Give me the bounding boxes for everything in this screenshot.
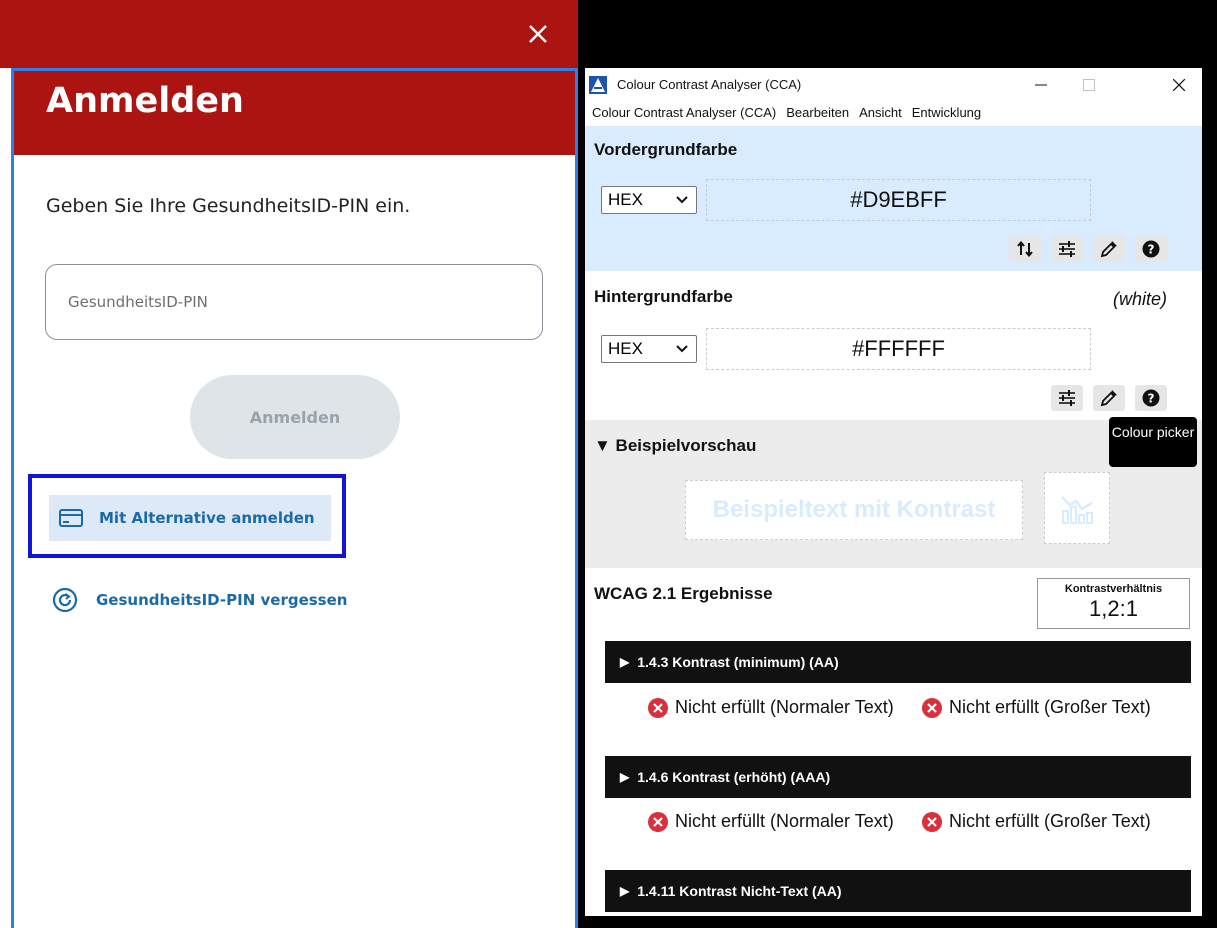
sample-text-preview: Beispieltext mit Kontrast [685,480,1023,540]
eyedropper-icon [1100,390,1117,407]
criterion-1-4-6-toggle[interactable]: ▶ 1.4.6 Kontrast (erhöht) (AAA) [605,756,1191,798]
foreground-format-select[interactable]: HEX [601,186,697,214]
fail-x-icon [648,812,668,832]
criterion-1-4-3-results: Nicht erfüllt (Normaler Text) Nicht erfü… [585,697,1202,757]
forgot-pin-link[interactable]: GesundheitsID-PIN vergessen [52,587,347,613]
background-color-name: (white) [1113,289,1168,309]
foreground-sliders-button[interactable] [1051,236,1083,262]
pin-input[interactable] [45,264,543,340]
card-icon [59,509,83,527]
svg-text:?: ? [1148,243,1155,257]
contrast-ratio-value: 1,2:1 [1089,596,1138,621]
dialog-topbar [0,0,578,68]
eyedropper-icon [1100,241,1117,258]
close-icon [1173,79,1185,91]
minimize-button[interactable] [1018,68,1064,102]
results-title: WCAG 2.1 Ergebnisse [594,584,773,603]
background-eyedropper-button[interactable] [1093,385,1125,411]
preview-toggle[interactable]: ▼ Beispielvorschau [594,436,756,456]
result-large-text-label: Nicht erfüllt (Großer Text) [949,811,1151,831]
cca-window: Colour Contrast Analyser (CCA) Colour Co… [585,68,1202,916]
menu-view[interactable]: Ansicht [854,102,907,126]
menu-development[interactable]: Entwicklung [907,102,986,126]
alternative-login-link[interactable]: Mit Alternative anmelden [49,495,331,541]
minimize-icon [1035,84,1047,86]
sample-graphic-preview [1044,472,1110,544]
criterion-1-4-6-results: Nicht erfüllt (Normaler Text) Nicht erfü… [585,811,1202,871]
chart-icon [1061,496,1093,524]
background-format-value: HEX [608,339,643,358]
maximize-button[interactable] [1066,68,1112,102]
criterion-1-4-11-toggle[interactable]: ▶ 1.4.11 Kontrast Nicht-Text (AA) [605,870,1191,912]
menu-bar: Colour Contrast Analyser (CCA) Bearbeite… [585,102,1202,126]
criterion-label: 1.4.6 Kontrast (erhöht) (AAA) [637,769,831,785]
cca-app-icon [589,76,607,94]
forgot-pin-label: GesundheitsID-PIN vergessen [96,591,348,609]
swap-colors-button[interactable] [1009,236,1041,262]
window-titlebar: Colour Contrast Analyser (CCA) [585,68,1202,102]
result-normal-text-label: Nicht erfüllt (Normaler Text) [675,697,894,717]
result-normal-text-label: Nicht erfüllt (Normaler Text) [675,811,894,831]
swap-arrows-icon [1017,241,1033,257]
dialog-header: Anmelden [14,71,575,155]
results-section: WCAG 2.1 Ergebnisse Kontrastverhältnis 1… [585,568,1202,916]
fail-x-icon [922,812,942,832]
background-format-select[interactable]: HEX [601,335,697,363]
contrast-ratio-box: Kontrastverhältnis 1,2:1 [1037,578,1190,629]
fail-x-icon [648,698,668,718]
foreground-help-button[interactable]: ? [1135,236,1167,262]
foreground-eyedropper-button[interactable] [1093,236,1125,262]
expand-triangle-icon: ▶ [620,655,630,669]
login-dialog-window: Anmelden Geben Sie Ihre GesundheitsID-PI… [0,0,578,928]
chevron-down-icon [676,196,688,204]
menu-edit[interactable]: Bearbeiten [781,102,854,126]
page-title: Anmelden [46,81,244,121]
background-hex-input[interactable]: #FFFFFF [706,328,1091,370]
menu-app[interactable]: Colour Contrast Analyser (CCA) [585,102,781,126]
result-large-text-label: Nicht erfüllt (Großer Text) [949,697,1151,717]
criterion-label: 1.4.11 Kontrast Nicht-Text (AA) [637,883,842,899]
foreground-hex-input[interactable]: #D9EBFF [706,179,1091,221]
focus-highlight-box: Mit Alternative anmelden [28,474,346,558]
alternative-login-label: Mit Alternative anmelden [99,509,315,527]
result-normal-text: Nicht erfüllt (Normaler Text) [648,697,898,718]
close-button[interactable] [522,18,554,50]
expand-triangle-icon: ▶ [620,884,630,898]
result-large-text: Nicht erfüllt (Großer Text) [922,697,1202,718]
fail-x-icon [922,698,942,718]
colour-picker-tooltip: Colour picker [1109,417,1197,467]
background-help-button[interactable]: ? [1135,385,1167,411]
chevron-down-icon [676,345,688,353]
help-circle-icon: ? [1142,240,1160,258]
foreground-section: Vordergrundfarbe HEX #D9EBFF ? [585,126,1202,271]
dialog-content: Anmelden Geben Sie Ihre GesundheitsID-PI… [11,68,578,928]
help-circle-icon: ? [1142,389,1160,407]
reset-circle-icon [52,587,78,613]
maximize-icon [1083,79,1095,91]
background-section: Hintergrundfarbe (white) HEX #FFFFFF ? [585,273,1202,418]
contrast-ratio-label: Kontrastverhältnis [1064,583,1163,595]
sliders-icon [1059,390,1075,406]
foreground-title: Vordergrundfarbe [594,140,738,159]
pin-instruction: Geben Sie Ihre GesundheitsID-PIN ein. [46,195,411,217]
background-sliders-button[interactable] [1051,385,1083,411]
window-close-button[interactable] [1156,68,1202,102]
result-normal-text: Nicht erfüllt (Normaler Text) [648,811,898,832]
expand-triangle-icon: ▶ [620,770,630,784]
sliders-icon [1059,241,1075,257]
close-icon [529,25,547,43]
background-title: Hintergrundfarbe [594,287,733,306]
window-title: Colour Contrast Analyser (CCA) [617,77,802,92]
foreground-format-value: HEX [608,190,643,209]
login-button[interactable]: Anmelden [190,375,400,459]
result-large-text: Nicht erfüllt (Großer Text) [922,811,1202,832]
svg-text:?: ? [1148,392,1155,406]
criterion-label: 1.4.3 Kontrast (minimum) (AA) [637,654,839,670]
criterion-1-4-3-toggle[interactable]: ▶ 1.4.3 Kontrast (minimum) (AA) [605,641,1191,683]
